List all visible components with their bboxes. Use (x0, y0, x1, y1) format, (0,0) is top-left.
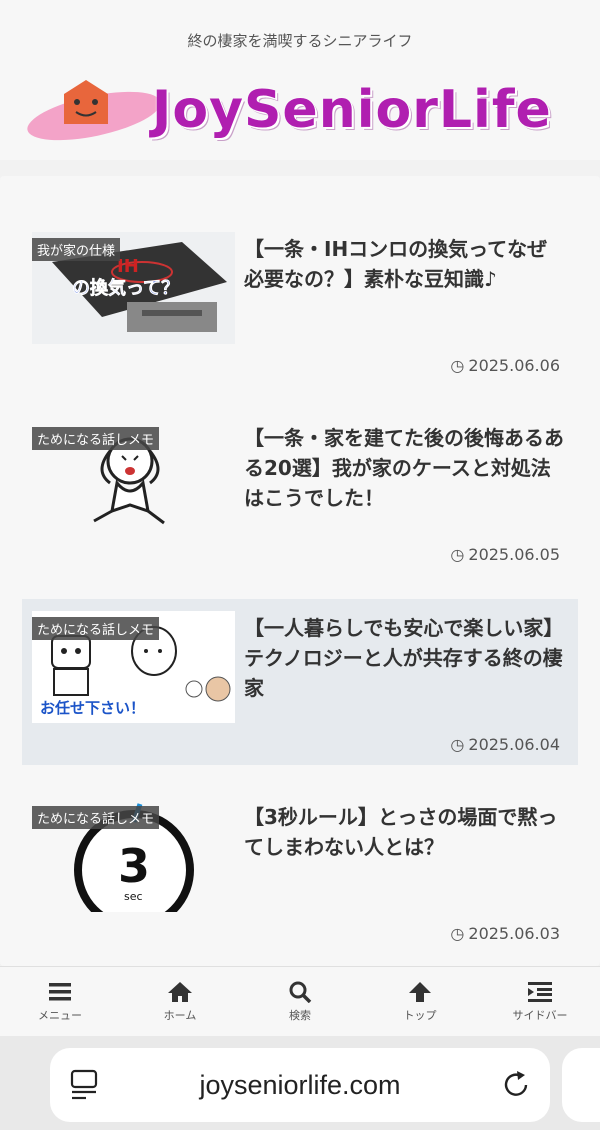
site-tagline: 終の棲家を満喫するシニアライフ (187, 32, 413, 50)
category-badge[interactable]: ためになる話しメモ (32, 617, 160, 640)
post-date: ◷ 2025.06.04 (450, 735, 560, 754)
post-item[interactable]: 3 sec ためになる話しメモ 【3秒ルール】とっさの場面で黙ってしまわない人と… (22, 788, 578, 954)
post-date-text: 2025.06.04 (468, 735, 560, 754)
post-list: IH の換気って？ 我が家の仕様 【一条・IHコンロの換気ってなぜ必要なの？】素… (0, 176, 600, 966)
nav-menu-label: メニュー (38, 1009, 82, 1022)
bottom-navigation: メニュー ホーム 検索 トップ サイドバー (0, 966, 600, 1037)
site-logo[interactable]: JoySeniorLife (24, 74, 578, 150)
post-title[interactable]: 【一条・家を建てた後の後悔あるある20選】我が家のケースと対処法はこうでした！ (244, 423, 564, 513)
thumb-caption: お任せ下さい！ (40, 699, 145, 717)
browser-toolbar: joyseniorlife.com (0, 1036, 600, 1130)
category-badge[interactable]: ためになる話しメモ (32, 806, 160, 829)
nav-home-button[interactable]: ホーム (120, 967, 240, 1037)
clock-icon: ◷ (450, 735, 465, 754)
adjacent-tab-pill[interactable] (562, 1048, 600, 1122)
post-title[interactable]: 【3秒ルール】とっさの場面で黙ってしまわない人とは？ (244, 802, 564, 862)
thumb-unit: sec (124, 890, 143, 903)
nav-sidebar-label: サイドバー (512, 1009, 568, 1022)
post-item[interactable]: IH の換気って？ 我が家の仕様 【一条・IHコンロの換気ってなぜ必要なの？】素… (22, 220, 578, 386)
search-icon (289, 981, 312, 1003)
post-date: ◷ 2025.06.03 (450, 924, 560, 943)
thumb-ih-text: IH (117, 256, 139, 277)
site-header: 終の棲家を満喫するシニアライフ JoySeniorLife (0, 0, 600, 160)
url-text: joyseniorlife.com (199, 1070, 401, 1100)
post-date-text: 2025.06.05 (468, 545, 560, 564)
post-item-active[interactable]: お任せ下さい！ ためになる話しメモ 【一人暮らしでも安心で楽しい家】テクノロジー… (22, 599, 578, 765)
category-badge[interactable]: ためになる話しメモ (32, 427, 160, 450)
clock-icon: ◷ (450, 356, 465, 375)
nav-search-label: 検索 (289, 1009, 311, 1022)
arrow-up-icon (409, 982, 431, 1002)
address-bar[interactable]: joyseniorlife.com (50, 1048, 550, 1122)
post-title[interactable]: 【一人暮らしでも安心で楽しい家】テクノロジーと人が共存する終の棲家 (244, 613, 564, 703)
home-icon (168, 982, 192, 1002)
clock-icon: ◷ (450, 545, 465, 564)
post-date: ◷ 2025.06.05 (450, 545, 560, 564)
nav-top-label: トップ (403, 1009, 437, 1022)
thumb-number: 3 (118, 839, 150, 893)
category-badge[interactable]: 我が家の仕様 (32, 238, 121, 261)
post-title[interactable]: 【一条・IHコンロの換気ってなぜ必要なの？】素朴な豆知識♪ (244, 234, 564, 294)
house-logo-icon (27, 80, 161, 141)
nav-top-button[interactable]: トップ (360, 967, 480, 1037)
post-date-text: 2025.06.03 (468, 924, 560, 943)
post-date: ◷ 2025.06.06 (450, 356, 560, 375)
reload-icon[interactable] (502, 1069, 532, 1101)
nav-menu-button[interactable]: メニュー (0, 967, 120, 1037)
thumb-caption: の換気って？ (72, 277, 179, 299)
menu-icon (49, 983, 71, 1001)
post-item[interactable]: ためになる話しメモ 【一条・家を建てた後の後悔あるある20選】我が家のケースと対… (22, 409, 578, 575)
nav-home-label: ホーム (163, 1009, 197, 1022)
clock-icon: ◷ (450, 924, 465, 943)
nav-sidebar-button[interactable]: サイドバー (480, 967, 600, 1037)
logo-text: JoySeniorLife (152, 80, 552, 140)
sidebar-icon (528, 982, 552, 1002)
nav-search-button[interactable]: 検索 (240, 967, 360, 1037)
post-date-text: 2025.06.06 (468, 356, 560, 375)
